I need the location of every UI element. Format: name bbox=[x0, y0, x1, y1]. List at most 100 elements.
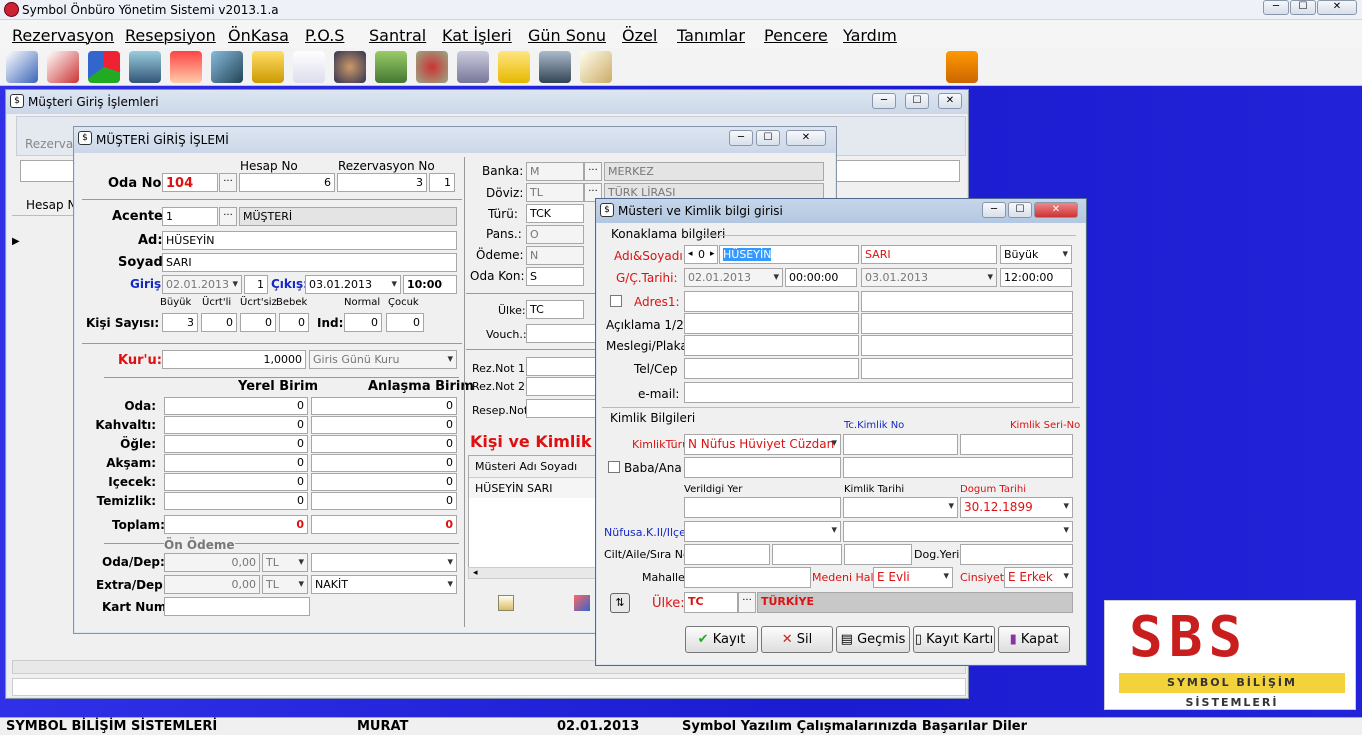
seq-left-arrow-icon[interactable]: ◂ bbox=[688, 249, 693, 259]
meal-anlasma-input[interactable]: 0 bbox=[311, 435, 457, 453]
disc-icon[interactable] bbox=[416, 51, 448, 83]
giris-date-select[interactable]: 02.01.2013 bbox=[162, 275, 242, 294]
rezervasyon-tab[interactable]: Rezervas bbox=[25, 137, 80, 151]
extra-dep-currency-select[interactable]: TL bbox=[262, 575, 308, 594]
menu-onkasa[interactable]: ÖnKasa bbox=[228, 26, 289, 45]
satellite-icon[interactable] bbox=[211, 51, 243, 83]
meal-anlasma-input[interactable]: 0 bbox=[311, 473, 457, 491]
extra-dep-input[interactable]: 0,00 bbox=[164, 575, 260, 594]
edit-guest-icon[interactable] bbox=[574, 595, 590, 611]
rez-not1-input[interactable] bbox=[526, 357, 596, 376]
kisi-normal-input[interactable]: 0 bbox=[344, 313, 382, 332]
close-button[interactable]: ✕ bbox=[1317, 0, 1357, 15]
meal-yerel-input[interactable]: 0 bbox=[164, 435, 308, 453]
kayit-button[interactable]: ✔ Kayıt bbox=[685, 626, 758, 653]
kisi-ucretli-input[interactable]: 0 bbox=[201, 313, 237, 332]
meal-yerel-input[interactable]: 0 bbox=[164, 397, 308, 415]
menu-kat-isleri[interactable]: Kat İşleri bbox=[442, 26, 512, 45]
nufus-ilce-select[interactable] bbox=[843, 521, 1073, 542]
meal-anlasma-input[interactable]: 0 bbox=[311, 416, 457, 434]
meal-anlasma-input[interactable]: 0 bbox=[311, 397, 457, 415]
meal-yerel-input[interactable]: 0 bbox=[164, 454, 308, 472]
ad-input[interactable]: HÜSEYİN bbox=[162, 231, 457, 250]
mk-close-button[interactable]: ✕ bbox=[1034, 202, 1078, 218]
mk-cikis-saat-input[interactable]: 12:00:00 bbox=[1000, 268, 1072, 287]
oda-no-input[interactable]: 104 bbox=[162, 173, 218, 192]
user-search-icon[interactable] bbox=[334, 51, 366, 83]
soyad-input[interactable]: SARI bbox=[162, 253, 457, 272]
aciklama1-input[interactable] bbox=[684, 313, 859, 334]
edit-icon[interactable] bbox=[6, 51, 38, 83]
acente-lookup-button[interactable]: ··· bbox=[219, 207, 237, 226]
oda-no-lookup-button[interactable]: ··· bbox=[219, 173, 237, 192]
money-icon[interactable] bbox=[375, 51, 407, 83]
add-guest-icon[interactable] bbox=[498, 595, 514, 611]
mk-ulke-input[interactable]: TC bbox=[684, 592, 738, 613]
mk-giris-date-select[interactable]: 02.01.2013 bbox=[684, 268, 783, 287]
hesap-no-input[interactable]: 6 bbox=[239, 173, 335, 192]
seq-right-arrow-icon[interactable]: ▸ bbox=[710, 249, 715, 259]
kimlik-seri-no-input[interactable] bbox=[960, 434, 1073, 455]
menu-yardim[interactable]: Yardım bbox=[843, 26, 897, 45]
outer-close-button[interactable]: ✕ bbox=[938, 93, 962, 109]
mk-ulke-lookup-button[interactable]: ··· bbox=[738, 592, 756, 613]
adres2-input[interactable] bbox=[861, 291, 1073, 312]
tc-kimlik-no-input[interactable] bbox=[843, 434, 958, 455]
menu-gun-sonu[interactable]: Gün Sonu bbox=[528, 26, 606, 45]
mk-cikis-date-select[interactable]: 03.01.2013 bbox=[861, 268, 997, 287]
guest-list-scrollbar[interactable]: ◂ bbox=[468, 567, 596, 579]
rezervasyon-no-input[interactable]: 3 bbox=[337, 173, 427, 192]
baba-adi-input[interactable] bbox=[684, 457, 841, 478]
kisi-cocuk-input[interactable]: 0 bbox=[386, 313, 424, 332]
kur-input[interactable]: 1,0000 bbox=[162, 350, 306, 369]
vouch-input[interactable] bbox=[526, 324, 596, 343]
pie-chart-icon[interactable] bbox=[88, 51, 120, 83]
meal-anlasma-input[interactable]: 0 bbox=[311, 492, 457, 510]
menu-pos[interactable]: P.O.S bbox=[305, 26, 344, 45]
kimlik-turu-select[interactable]: N Nüfus Hüviyet Cüzdan bbox=[684, 434, 841, 455]
cilt-no-input[interactable] bbox=[684, 544, 770, 565]
kisi-ucretsiz-input[interactable]: 0 bbox=[240, 313, 276, 332]
resep-not-input[interactable] bbox=[526, 399, 596, 418]
ulke-input[interactable]: TC bbox=[526, 300, 584, 319]
oda-dep-currency-select[interactable]: TL bbox=[262, 553, 308, 572]
sort-toggle-icon[interactable]: ⇅ bbox=[610, 593, 630, 613]
kur-tipi-select[interactable]: Giris Günü Kuru bbox=[309, 350, 457, 369]
adres-checkbox[interactable] bbox=[610, 295, 622, 307]
outer-maximize-button[interactable]: ☐ bbox=[905, 93, 929, 109]
mgi-maximize-button[interactable]: ☐ bbox=[756, 130, 780, 146]
meslek-input[interactable] bbox=[684, 335, 859, 356]
doviz-code-input[interactable]: TL bbox=[526, 183, 584, 202]
cep-input[interactable] bbox=[861, 358, 1073, 379]
menu-santral[interactable]: Santral bbox=[369, 26, 426, 45]
mk-tip-select[interactable]: Büyük bbox=[1000, 245, 1072, 264]
odeme-tipi-select[interactable]: NAKİT bbox=[311, 575, 457, 594]
baba-ana-checkbox[interactable] bbox=[608, 461, 620, 473]
dogum-tarihi-select[interactable]: 30.12.1899 bbox=[960, 497, 1073, 518]
presenter-icon[interactable] bbox=[539, 51, 571, 83]
aile-no-input[interactable] bbox=[772, 544, 842, 565]
checklist-icon[interactable] bbox=[47, 51, 79, 83]
cikis-date-select[interactable]: 03.01.2013 bbox=[305, 275, 401, 294]
document-icon[interactable] bbox=[293, 51, 325, 83]
meal-yerel-input[interactable]: 0 bbox=[164, 492, 308, 510]
menu-rezervasyon[interactable]: Rezervasyon bbox=[12, 26, 114, 45]
minimize-button[interactable]: ─ bbox=[1263, 0, 1289, 15]
rez-not2-input[interactable] bbox=[526, 377, 596, 396]
oda-dep-type-select[interactable] bbox=[311, 553, 457, 572]
folder-icon[interactable] bbox=[252, 51, 284, 83]
menu-tanimlar[interactable]: Tanımlar bbox=[677, 26, 745, 45]
mk-soyad-input[interactable]: SARI bbox=[861, 245, 997, 264]
maximize-button[interactable]: ☐ bbox=[1290, 0, 1316, 15]
mk-minimize-button[interactable]: ─ bbox=[982, 202, 1006, 218]
exit-door-icon[interactable] bbox=[946, 51, 978, 83]
kayit-karti-button[interactable]: ▯ Kayıt Kartı bbox=[913, 626, 995, 653]
gece-input[interactable]: 1 bbox=[244, 275, 268, 294]
kapat-button[interactable]: ▮ Kapat bbox=[998, 626, 1070, 653]
aciklama2-input[interactable] bbox=[861, 313, 1073, 334]
nufus-il-select[interactable] bbox=[684, 521, 841, 542]
verildigi-yer-input[interactable] bbox=[684, 497, 841, 518]
kisi-bebek-input[interactable]: 0 bbox=[279, 313, 309, 332]
cikis-saat-input[interactable]: 10:00 bbox=[403, 275, 457, 294]
odeme-input[interactable]: N bbox=[526, 246, 584, 265]
